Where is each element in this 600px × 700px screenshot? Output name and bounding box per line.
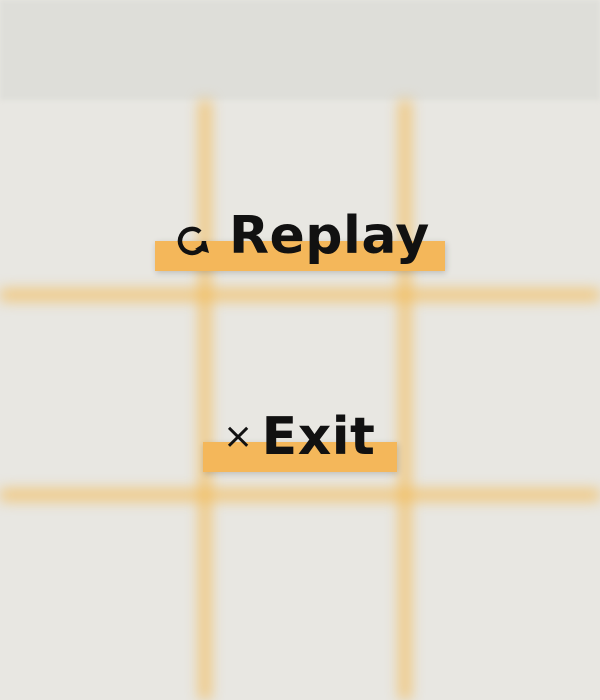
game-over-menu: Replay × Exit — [0, 0, 600, 700]
game-screen: Replay × Exit — [0, 0, 600, 700]
replay-icon — [177, 226, 209, 255]
exit-label: Exit — [261, 407, 376, 467]
replay-button[interactable]: Replay — [155, 202, 445, 274]
replay-content: Replay — [171, 202, 461, 270]
exit-button[interactable]: × Exit — [203, 405, 397, 475]
replay-label: Replay — [229, 206, 430, 266]
exit-content: × Exit — [223, 405, 417, 469]
close-icon: × — [223, 416, 254, 457]
